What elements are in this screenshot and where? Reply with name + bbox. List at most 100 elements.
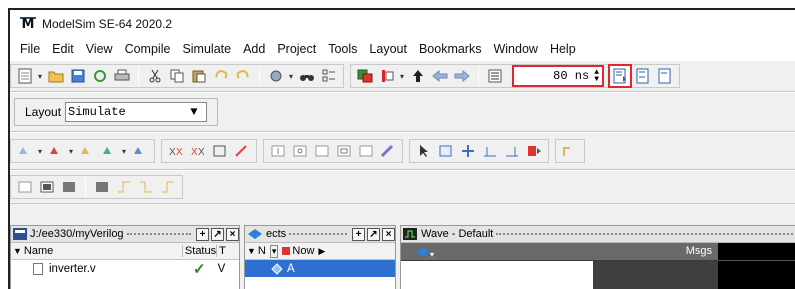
wave-record-icon[interactable] xyxy=(525,142,543,160)
compile-icon[interactable] xyxy=(356,67,374,85)
dataflow-icon[interactable] xyxy=(561,142,579,160)
close-icon[interactable]: × xyxy=(382,227,395,241)
compare-run-icon[interactable] xyxy=(93,178,111,196)
project-file-row[interactable]: inverter.v ✓ V xyxy=(11,260,239,278)
align-right-icon[interactable] xyxy=(503,142,521,160)
menu-bookmarks[interactable]: Bookmarks xyxy=(413,42,488,56)
cut-icon[interactable] xyxy=(146,67,164,85)
print-icon[interactable] xyxy=(113,67,131,85)
add-pane-icon[interactable]: + xyxy=(196,227,209,241)
column-status[interactable]: Status xyxy=(181,245,216,257)
add-pane-icon[interactable]: + xyxy=(352,227,365,241)
chevron-down-icon[interactable]: ▼ xyxy=(182,105,206,119)
menu-simulate[interactable]: Simulate xyxy=(176,42,237,56)
wave-names-column: ▾ xyxy=(401,243,593,289)
break-icon[interactable] xyxy=(131,142,149,160)
step-over-icon[interactable] xyxy=(47,142,65,160)
redo-icon[interactable] xyxy=(234,67,252,85)
menu-layout[interactable]: Layout xyxy=(363,42,413,56)
edge-rise-icon[interactable] xyxy=(115,178,133,196)
signal-internal-icon[interactable] xyxy=(335,142,353,160)
wave-pane: Wave - Default ▾ Msgs xyxy=(400,225,795,289)
zoom-icon[interactable] xyxy=(211,142,229,160)
save-icon[interactable] xyxy=(69,67,87,85)
simulate-icon[interactable] xyxy=(378,67,396,85)
back-icon[interactable] xyxy=(431,67,449,85)
find-first-icon[interactable]: XX xyxy=(167,142,185,160)
stop-dropdown-icon[interactable]: ▾ xyxy=(286,67,296,85)
compare-delete-icon[interactable] xyxy=(60,178,78,196)
run-length-spinner-icon[interactable]: ▲ ▼ xyxy=(594,69,599,84)
undo-icon[interactable] xyxy=(212,67,230,85)
wave-canvas[interactable] xyxy=(718,243,795,289)
pane-drag-handle[interactable] xyxy=(126,233,191,235)
forward-icon[interactable] xyxy=(453,67,471,85)
compare-add-icon[interactable] xyxy=(38,178,56,196)
continue-run-icon[interactable] xyxy=(634,67,652,85)
add-wave-icon[interactable]: ▾ xyxy=(415,245,435,259)
menu-window[interactable]: Window xyxy=(487,42,543,56)
collapse-all-icon[interactable] xyxy=(320,67,338,85)
signal-in-icon[interactable] xyxy=(269,142,287,160)
pane-drag-handle[interactable] xyxy=(289,233,347,235)
menu-add[interactable]: Add xyxy=(237,42,271,56)
column-name[interactable]: Name xyxy=(24,245,182,257)
object-row[interactable]: A xyxy=(245,260,395,277)
column-now[interactable]: Now xyxy=(292,245,314,257)
signal-out-icon[interactable] xyxy=(291,142,309,160)
menu-project[interactable]: Project xyxy=(271,42,322,56)
scroll-right-icon[interactable]: ▶ xyxy=(318,246,325,257)
copy-icon[interactable] xyxy=(168,67,186,85)
find-next-icon[interactable]: XX xyxy=(189,142,207,160)
undock-icon[interactable]: ↗ xyxy=(211,227,224,241)
project-pane-header: J:/ee330/myVerilog + ↗ × xyxy=(11,226,239,243)
pan-icon[interactable] xyxy=(459,142,477,160)
open-folder-icon[interactable] xyxy=(47,67,65,85)
restart-icon[interactable] xyxy=(486,67,504,85)
run-button[interactable] xyxy=(608,64,632,88)
layout-select[interactable]: Simulate ▼ xyxy=(65,102,208,122)
wave-edit-icon[interactable] xyxy=(233,142,251,160)
simulate-dropdown-icon[interactable]: ▾ xyxy=(397,67,407,85)
main-toolbar: ▾ ▾ ▾ 80 ns ▲ ▼ xyxy=(10,60,795,92)
menu-tools[interactable]: Tools xyxy=(322,42,363,56)
align-left-icon[interactable] xyxy=(481,142,499,160)
paste-icon[interactable] xyxy=(190,67,208,85)
edge-any-icon[interactable] xyxy=(159,178,177,196)
stop-icon[interactable] xyxy=(267,67,285,85)
step-out-icon[interactable] xyxy=(78,142,96,160)
signal-all-icon[interactable] xyxy=(357,142,375,160)
edge-fall-icon[interactable] xyxy=(137,178,155,196)
signal-inout-icon[interactable] xyxy=(313,142,331,160)
menu-view[interactable]: View xyxy=(80,42,119,56)
column-type[interactable]: T xyxy=(216,245,226,257)
menu-compile[interactable]: Compile xyxy=(119,42,177,56)
step-dropdown-icon[interactable]: ▾ xyxy=(35,142,45,160)
undock-icon[interactable]: ↗ xyxy=(367,227,380,241)
step-back-icon[interactable] xyxy=(100,142,118,160)
sort-arrow-icon[interactable]: ▼ xyxy=(247,246,256,256)
close-icon[interactable]: × xyxy=(226,227,239,241)
menu-file[interactable]: File xyxy=(14,42,46,56)
step-icon[interactable] xyxy=(16,142,34,160)
zoom-region-icon[interactable] xyxy=(437,142,455,160)
step-up-icon[interactable] xyxy=(409,67,427,85)
step-back-dropdown-icon[interactable]: ▾ xyxy=(119,142,129,160)
compare-icon[interactable] xyxy=(16,178,34,196)
reload-icon[interactable] xyxy=(91,67,109,85)
run-length-field[interactable]: 80 ns ▲ ▼ xyxy=(512,65,604,87)
menu-help[interactable]: Help xyxy=(544,42,582,56)
new-file-icon[interactable] xyxy=(16,67,34,85)
pane-drag-handle[interactable] xyxy=(496,233,793,235)
sort-arrow-icon[interactable]: ▼ xyxy=(13,246,22,256)
run-all-icon[interactable] xyxy=(656,67,674,85)
new-file-dropdown-icon[interactable]: ▾ xyxy=(35,67,45,85)
column-name[interactable]: N xyxy=(258,245,266,257)
step-over-dropdown-icon[interactable]: ▾ xyxy=(66,142,76,160)
select-cursor-icon[interactable] xyxy=(415,142,433,160)
filter-icon[interactable]: ▾ xyxy=(269,244,279,258)
compare-toolbar xyxy=(10,170,795,204)
menu-edit[interactable]: Edit xyxy=(46,42,80,56)
signal-filter-icon[interactable] xyxy=(379,142,397,160)
find-icon[interactable] xyxy=(298,67,316,85)
